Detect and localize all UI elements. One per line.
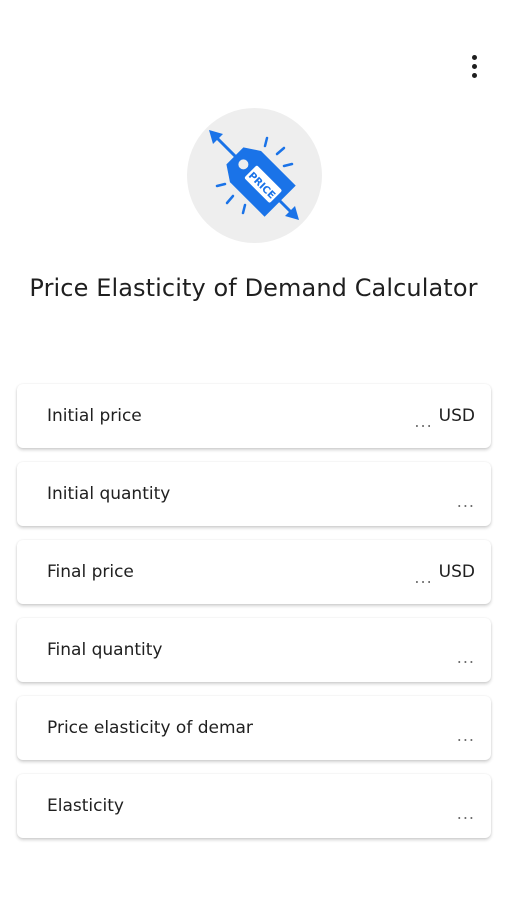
more-vert-icon-dot — [471, 72, 477, 78]
initial-quantity-field[interactable]: Initial quantity ... — [17, 462, 491, 526]
value-placeholder: ... — [414, 568, 433, 587]
price-tag-icon: PRICE — [209, 130, 299, 220]
value-placeholder: ... — [414, 412, 433, 431]
input-fields-list: Initial price ... USD Initial quantity .… — [17, 384, 491, 852]
value-placeholder: ... — [456, 804, 475, 823]
price-elasticity-field[interactable]: Price elasticity of demand ... — [17, 696, 491, 760]
field-value: ... — [457, 639, 475, 667]
field-label: Final price — [47, 562, 134, 582]
value-placeholder: ... — [456, 492, 475, 511]
field-value: ... — [457, 717, 475, 745]
unit-label: USD — [438, 562, 475, 582]
elasticity-field[interactable]: Elasticity ... — [17, 774, 491, 838]
page-title: Price Elasticity of Demand Calculator — [29, 274, 478, 302]
initial-price-field[interactable]: Initial price ... USD — [17, 384, 491, 448]
app-logo: PRICE — [187, 108, 322, 243]
unit-label: USD — [438, 406, 475, 426]
more-vert-icon — [471, 54, 477, 60]
field-label: Initial price — [47, 406, 142, 426]
field-label: Elasticity — [47, 796, 124, 816]
field-value: ... USD — [414, 561, 475, 587]
field-value: ... — [457, 483, 475, 511]
calculator-screen: PRICE Price Elasticity of Demand Calcula… — [0, 0, 507, 900]
field-value: ... USD — [414, 405, 475, 431]
final-quantity-field[interactable]: Final quantity ... — [17, 618, 491, 682]
value-placeholder: ... — [456, 648, 475, 667]
field-value: ... — [457, 795, 475, 823]
final-price-field[interactable]: Final price ... USD — [17, 540, 491, 604]
field-label: Price elasticity of demand — [47, 718, 253, 738]
more-options-button[interactable] — [460, 50, 488, 82]
field-label: Final quantity — [47, 640, 163, 660]
value-placeholder: ... — [456, 726, 475, 745]
more-vert-icon-dot — [471, 63, 477, 69]
field-label: Initial quantity — [47, 484, 171, 504]
